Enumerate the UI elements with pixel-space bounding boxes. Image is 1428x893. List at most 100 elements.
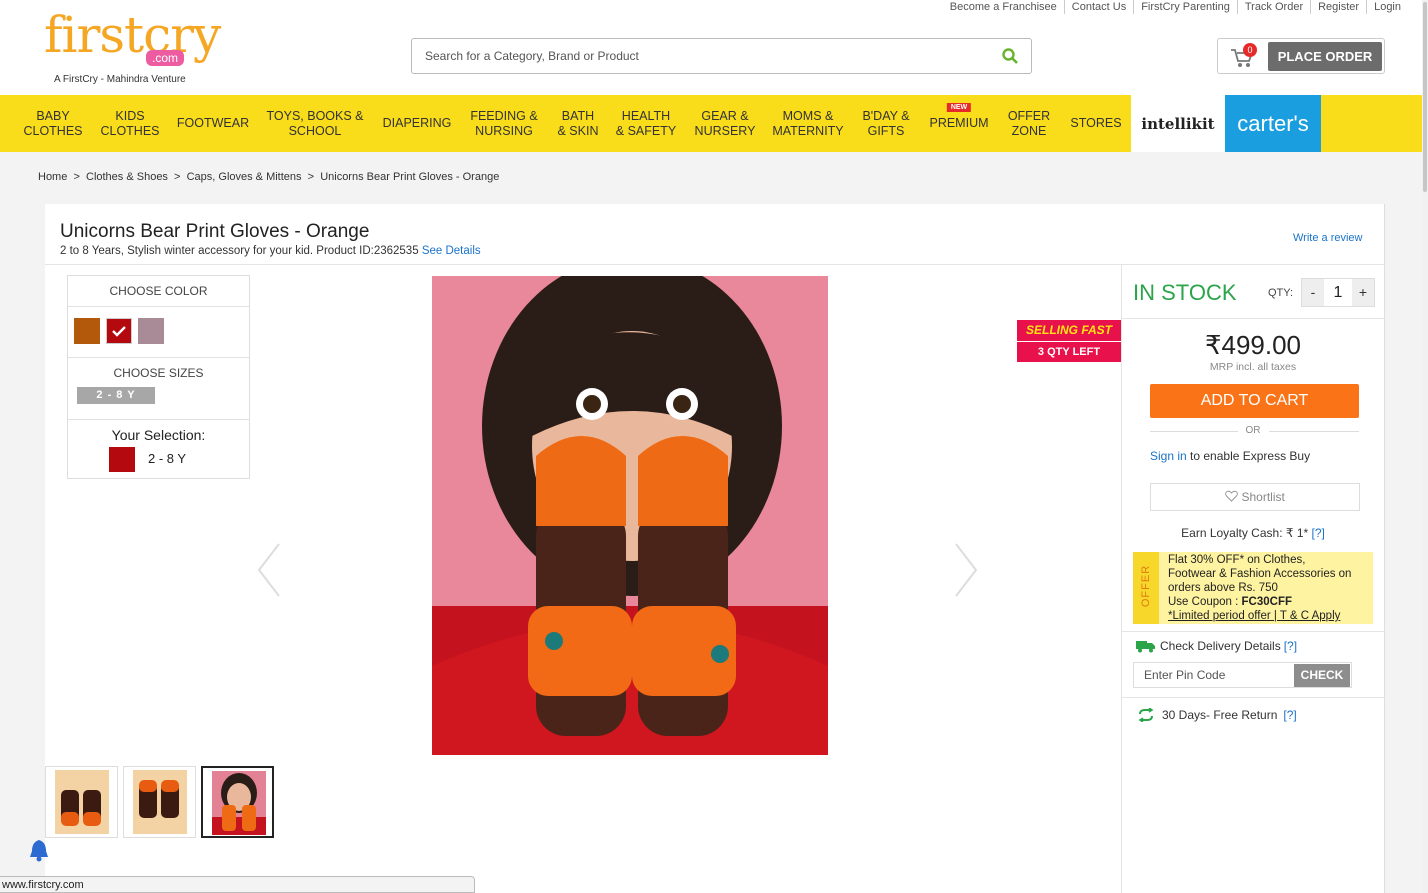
loyalty-help-link[interactable]: [?] <box>1312 526 1325 540</box>
next-image-arrow-icon[interactable] <box>950 540 980 600</box>
loyalty-text: Earn Loyalty Cash: ₹ 1* <box>1181 526 1309 540</box>
divider <box>1121 631 1385 632</box>
qty-value[interactable]: 1 <box>1324 279 1352 306</box>
place-order-button[interactable]: PLACE ORDER <box>1268 42 1382 71</box>
offer-line: Flat 30% OFF* on Clothes, <box>1168 554 1306 566</box>
express-buy-prompt: Sign in to enable Express Buy <box>1150 449 1310 463</box>
truck-icon <box>1136 641 1155 653</box>
delivery-help-link[interactable]: [?] <box>1284 639 1297 653</box>
product-photo <box>432 276 828 755</box>
thumbnail-3-selected[interactable] <box>201 766 274 838</box>
or-separator: OR <box>1121 425 1385 436</box>
link-become-franchisee[interactable]: Become a Franchisee <box>943 0 1064 14</box>
link-contact-us[interactable]: Contact Us <box>1063 0 1133 14</box>
shortlist-button[interactable]: Shortlist <box>1150 483 1360 511</box>
qty-label: QTY: <box>1268 287 1294 299</box>
category-nav: BABY CLOTHES KIDS CLOTHES FOOTWEAR TOYS,… <box>0 95 1428 152</box>
write-review-link[interactable]: Write a review <box>1293 232 1362 244</box>
check-delivery-heading: Check Delivery Details [?] <box>1136 639 1297 653</box>
nav-baby-clothes[interactable]: BABY CLOTHES <box>22 95 84 152</box>
offer-tab: OFFER <box>1133 552 1159 624</box>
check-pin-button[interactable]: CHECK <box>1294 664 1350 687</box>
divider <box>45 264 1385 265</box>
logo-tagline: A FirstCry - Mahindra Venture <box>54 74 186 85</box>
notification-bell-icon[interactable] <box>28 838 50 862</box>
top-links: Become a Franchisee Contact Us FirstCry … <box>943 0 1408 14</box>
nav-toys-books-school[interactable]: TOYS, BOOKS & SCHOOL <box>262 95 368 152</box>
qty-left-badge: 3 QTY LEFT <box>1017 342 1121 362</box>
offer-coupon-line: Use Coupon : FC30CFF <box>1168 595 1351 609</box>
thumbnail-1[interactable] <box>45 766 118 838</box>
sign-in-link[interactable]: Sign in <box>1150 449 1187 463</box>
product-description: 2 to 8 Years, Stylish winter accessory f… <box>60 245 419 257</box>
color-swatch-mauve[interactable] <box>138 318 164 344</box>
divider <box>68 306 249 307</box>
add-to-cart-button[interactable]: ADD TO CART <box>1150 384 1359 418</box>
qty-decrement-button[interactable]: - <box>1302 279 1324 306</box>
choose-color-heading: CHOOSE COLOR <box>109 284 208 298</box>
search-input[interactable]: Search for a Category, Brand or Product <box>411 38 1032 74</box>
color-swatch-orange[interactable] <box>74 318 100 344</box>
nav-offer-zone[interactable]: OFFER ZONE <box>1002 95 1056 152</box>
nav-gear-nursery[interactable]: GEAR & NURSERY <box>691 95 759 152</box>
nav-diapering[interactable]: DIAPERING <box>380 95 454 152</box>
breadcrumb-home[interactable]: Home <box>38 171 67 183</box>
browser-status-bar: www.firstcry.com <box>0 876 475 893</box>
choose-sizes-heading: CHOOSE SIZES <box>113 366 204 380</box>
intellikit-brand-logo[interactable]: intellikit <box>1131 95 1225 152</box>
return-help-link[interactable]: [?] <box>1283 708 1296 722</box>
nav-kids-clothes[interactable]: KIDS CLOTHES <box>97 95 163 152</box>
heart-icon <box>1225 490 1239 502</box>
cart-box: 0 PLACE ORDER <box>1217 38 1385 74</box>
see-details-link[interactable]: See Details <box>422 245 481 257</box>
search-icon[interactable] <box>1001 47 1019 65</box>
nav-premium[interactable]: NEW PREMIUM <box>926 95 992 152</box>
link-track-order[interactable]: Track Order <box>1236 0 1310 14</box>
shortlist-label: Shortlist <box>1241 490 1285 504</box>
qty-increment-button[interactable]: + <box>1352 279 1374 306</box>
nav-bday-gifts[interactable]: B'DAY & GIFTS <box>857 95 915 152</box>
cart-count-badge: 0 <box>1243 43 1257 57</box>
nav-health-safety[interactable]: HEALTH & SAFETY <box>614 95 678 152</box>
link-firstcry-parenting[interactable]: FirstCry Parenting <box>1133 0 1237 14</box>
selected-color-chip <box>109 447 135 472</box>
offer-tab-label: OFFER <box>1140 564 1152 608</box>
coupon-code: FC30CFF <box>1241 596 1292 608</box>
or-text: OR <box>1237 425 1269 436</box>
breadcrumb-clothes-shoes[interactable]: Clothes & Shoes <box>86 171 168 183</box>
nav-stores[interactable]: STORES <box>1066 95 1126 152</box>
thumbnail-2[interactable] <box>123 766 196 838</box>
divider <box>1121 697 1385 698</box>
nav-footwear[interactable]: FOOTWEAR <box>175 95 251 152</box>
loyalty-cash: Earn Loyalty Cash: ₹ 1* [?] <box>1121 526 1385 540</box>
offer-terms-link[interactable]: *Limited period offer | T & C Apply <box>1168 609 1351 623</box>
offer-banner: OFFER Flat 30% OFF* on Clothes, Footwear… <box>1133 552 1373 624</box>
divider <box>68 419 249 420</box>
return-arrows-icon <box>1138 708 1154 722</box>
header: firstcry .com A FirstCry - Mahindra Vent… <box>0 0 1428 95</box>
breadcrumb-caps-gloves[interactable]: Caps, Gloves & Mittens <box>187 171 302 183</box>
product-main-image[interactable] <box>432 276 828 755</box>
nav-feeding-nursing[interactable]: FEEDING & NURSING <box>466 95 542 152</box>
nav-bath-skin[interactable]: BATH & SKIN <box>553 95 603 152</box>
link-login[interactable]: Login <box>1366 0 1408 14</box>
your-selection-label: Your Selection: <box>111 427 206 443</box>
product-subtitle: 2 to 8 Years, Stylish winter accessory f… <box>60 245 481 257</box>
nav-moms-maternity[interactable]: MOMS & MATERNITY <box>770 95 846 152</box>
free-return-info: 30 Days- Free Return [?] <box>1137 708 1297 722</box>
selling-fast-badge: SELLING FAST <box>1017 320 1121 341</box>
product-title: Unicorns Bear Print Gloves - Orange <box>60 221 370 242</box>
prev-image-arrow-icon[interactable] <box>255 540 285 600</box>
carters-brand-logo[interactable]: carter's <box>1225 95 1321 152</box>
product-price: ₹499.00 <box>1204 330 1302 360</box>
coupon-label: Use Coupon : <box>1168 596 1242 608</box>
search-placeholder: Search for a Category, Brand or Product <box>425 49 639 63</box>
size-option-2-8y[interactable]: 2 - 8 Y <box>77 387 155 404</box>
link-register[interactable]: Register <box>1310 0 1366 14</box>
scrollbar[interactable] <box>1422 0 1428 893</box>
firstcry-logo[interactable]: firstcry .com A FirstCry - Mahindra Vent… <box>44 6 221 86</box>
divider <box>1121 318 1385 319</box>
scrollbar-thumb[interactable] <box>1423 2 1427 192</box>
color-swatch-red-selected[interactable] <box>106 318 132 344</box>
nav-premium-label: PREMIUM <box>929 116 989 130</box>
